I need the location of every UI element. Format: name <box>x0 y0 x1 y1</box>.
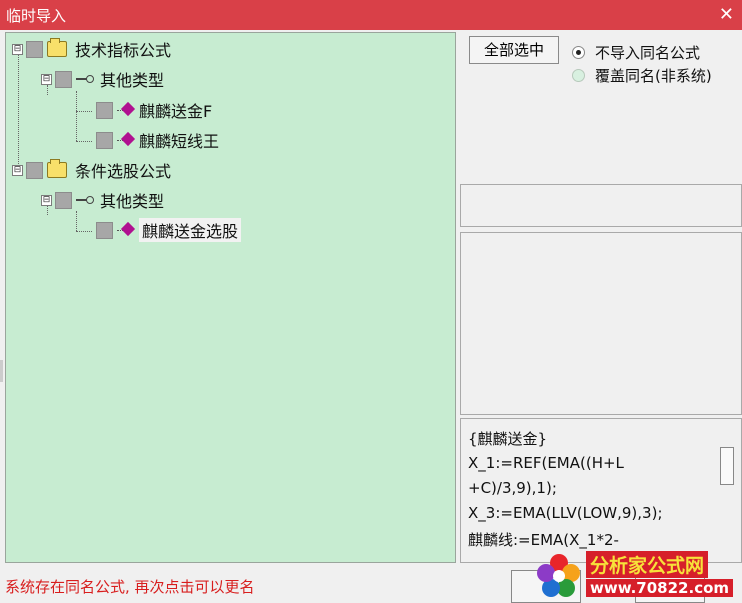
code-line: +C)/3,9),1); <box>468 479 557 497</box>
code-line: {麒麟送金} <box>468 430 548 448</box>
tree-node-category[interactable]: ⊟ 其他类型 <box>41 189 164 211</box>
folder-icon <box>47 38 67 57</box>
watermark-logo: 分析家公式网 www.70822.com <box>534 545 734 603</box>
formula-tree: ⊟ 技术指标公式 ⊟ 其他类型 麒麟送金F 麒麟短线王 ⊟ 条件选股公式 ⊟ 其… <box>5 32 456 563</box>
node-checkbox[interactable] <box>96 101 113 119</box>
collapse-icon[interactable]: ⊟ <box>41 194 52 206</box>
formula-code-box[interactable]: {麒麟送金} X_1:=REF(EMA((H+L +C)/3,9),1); X_… <box>460 418 742 563</box>
formula-icon <box>117 104 133 116</box>
node-checkbox[interactable] <box>96 221 113 239</box>
tree-line <box>76 141 92 142</box>
watermark-url: www.70822.com <box>586 579 734 597</box>
tree-node-formula[interactable]: 麒麟短线王 <box>96 129 219 151</box>
title-bar: 临时导入 ✕ <box>0 0 742 30</box>
radio-overwrite[interactable]: 覆盖同名(非系统) <box>572 65 712 86</box>
code-line: X_1:=REF(EMA((H+L <box>468 454 624 472</box>
collapse-icon[interactable]: ⊟ <box>12 164 23 176</box>
watermark-title: 分析家公式网 <box>586 551 709 578</box>
node-checkbox[interactable] <box>55 70 72 88</box>
tree-line <box>18 55 19 170</box>
radio-circle[interactable] <box>572 69 585 82</box>
formula-icon <box>117 134 133 146</box>
formula-description-box[interactable] <box>460 232 742 415</box>
code-scrollbar[interactable] <box>720 447 734 485</box>
node-label: 其他类型 <box>100 71 165 90</box>
flower-logo-icon <box>537 554 580 597</box>
radio-circle[interactable] <box>572 46 585 59</box>
close-icon[interactable]: ✕ <box>719 4 734 25</box>
node-checkbox[interactable] <box>55 191 72 209</box>
node-checkbox[interactable] <box>26 161 43 179</box>
status-message: 系统存在同名公式, 再次点击可以更名 <box>5 578 255 596</box>
tree-line <box>76 231 92 232</box>
tree-node-formula[interactable]: 麒麟送金F <box>96 99 212 121</box>
node-checkbox[interactable] <box>96 131 113 149</box>
formula-icon <box>117 224 133 236</box>
tree-line <box>76 111 92 112</box>
code-line: X_3:=EMA(LLV(LOW,9),3); <box>468 504 663 522</box>
collapse-icon[interactable]: ⊟ <box>12 43 23 55</box>
select-all-button[interactable]: 全部选中 <box>469 36 559 64</box>
window-title: 临时导入 <box>6 7 67 25</box>
folder-icon <box>47 159 67 178</box>
collapse-icon[interactable]: ⊟ <box>41 73 52 85</box>
radio-no-import[interactable]: 不导入同名公式 <box>572 42 700 63</box>
tree-line <box>76 91 77 141</box>
node-checkbox[interactable] <box>26 40 43 58</box>
tree-node-category[interactable]: ⊟ 其他类型 <box>41 68 164 90</box>
tree-node-formula[interactable]: 麒麟送金选股 <box>96 218 242 242</box>
node-label: 技术指标公式 <box>75 41 172 60</box>
tree-node-group[interactable]: ⊟ 条件选股公式 <box>12 159 171 181</box>
tree-node-group[interactable]: ⊟ 技术指标公式 <box>12 38 171 60</box>
node-label: 条件选股公式 <box>75 162 172 181</box>
node-label: 麒麟短线王 <box>139 132 220 151</box>
radio-label: 覆盖同名(非系统) <box>595 67 712 85</box>
radio-label: 不导入同名公式 <box>595 44 701 62</box>
node-label: 麒麟送金选股 <box>139 218 242 242</box>
node-label: 麒麟送金F <box>139 102 213 121</box>
node-label: 其他类型 <box>100 192 165 211</box>
edge-marker <box>0 360 3 382</box>
key-icon <box>76 74 94 84</box>
key-icon <box>76 195 94 205</box>
formula-name-field[interactable] <box>460 184 742 227</box>
tree-line <box>76 211 77 231</box>
